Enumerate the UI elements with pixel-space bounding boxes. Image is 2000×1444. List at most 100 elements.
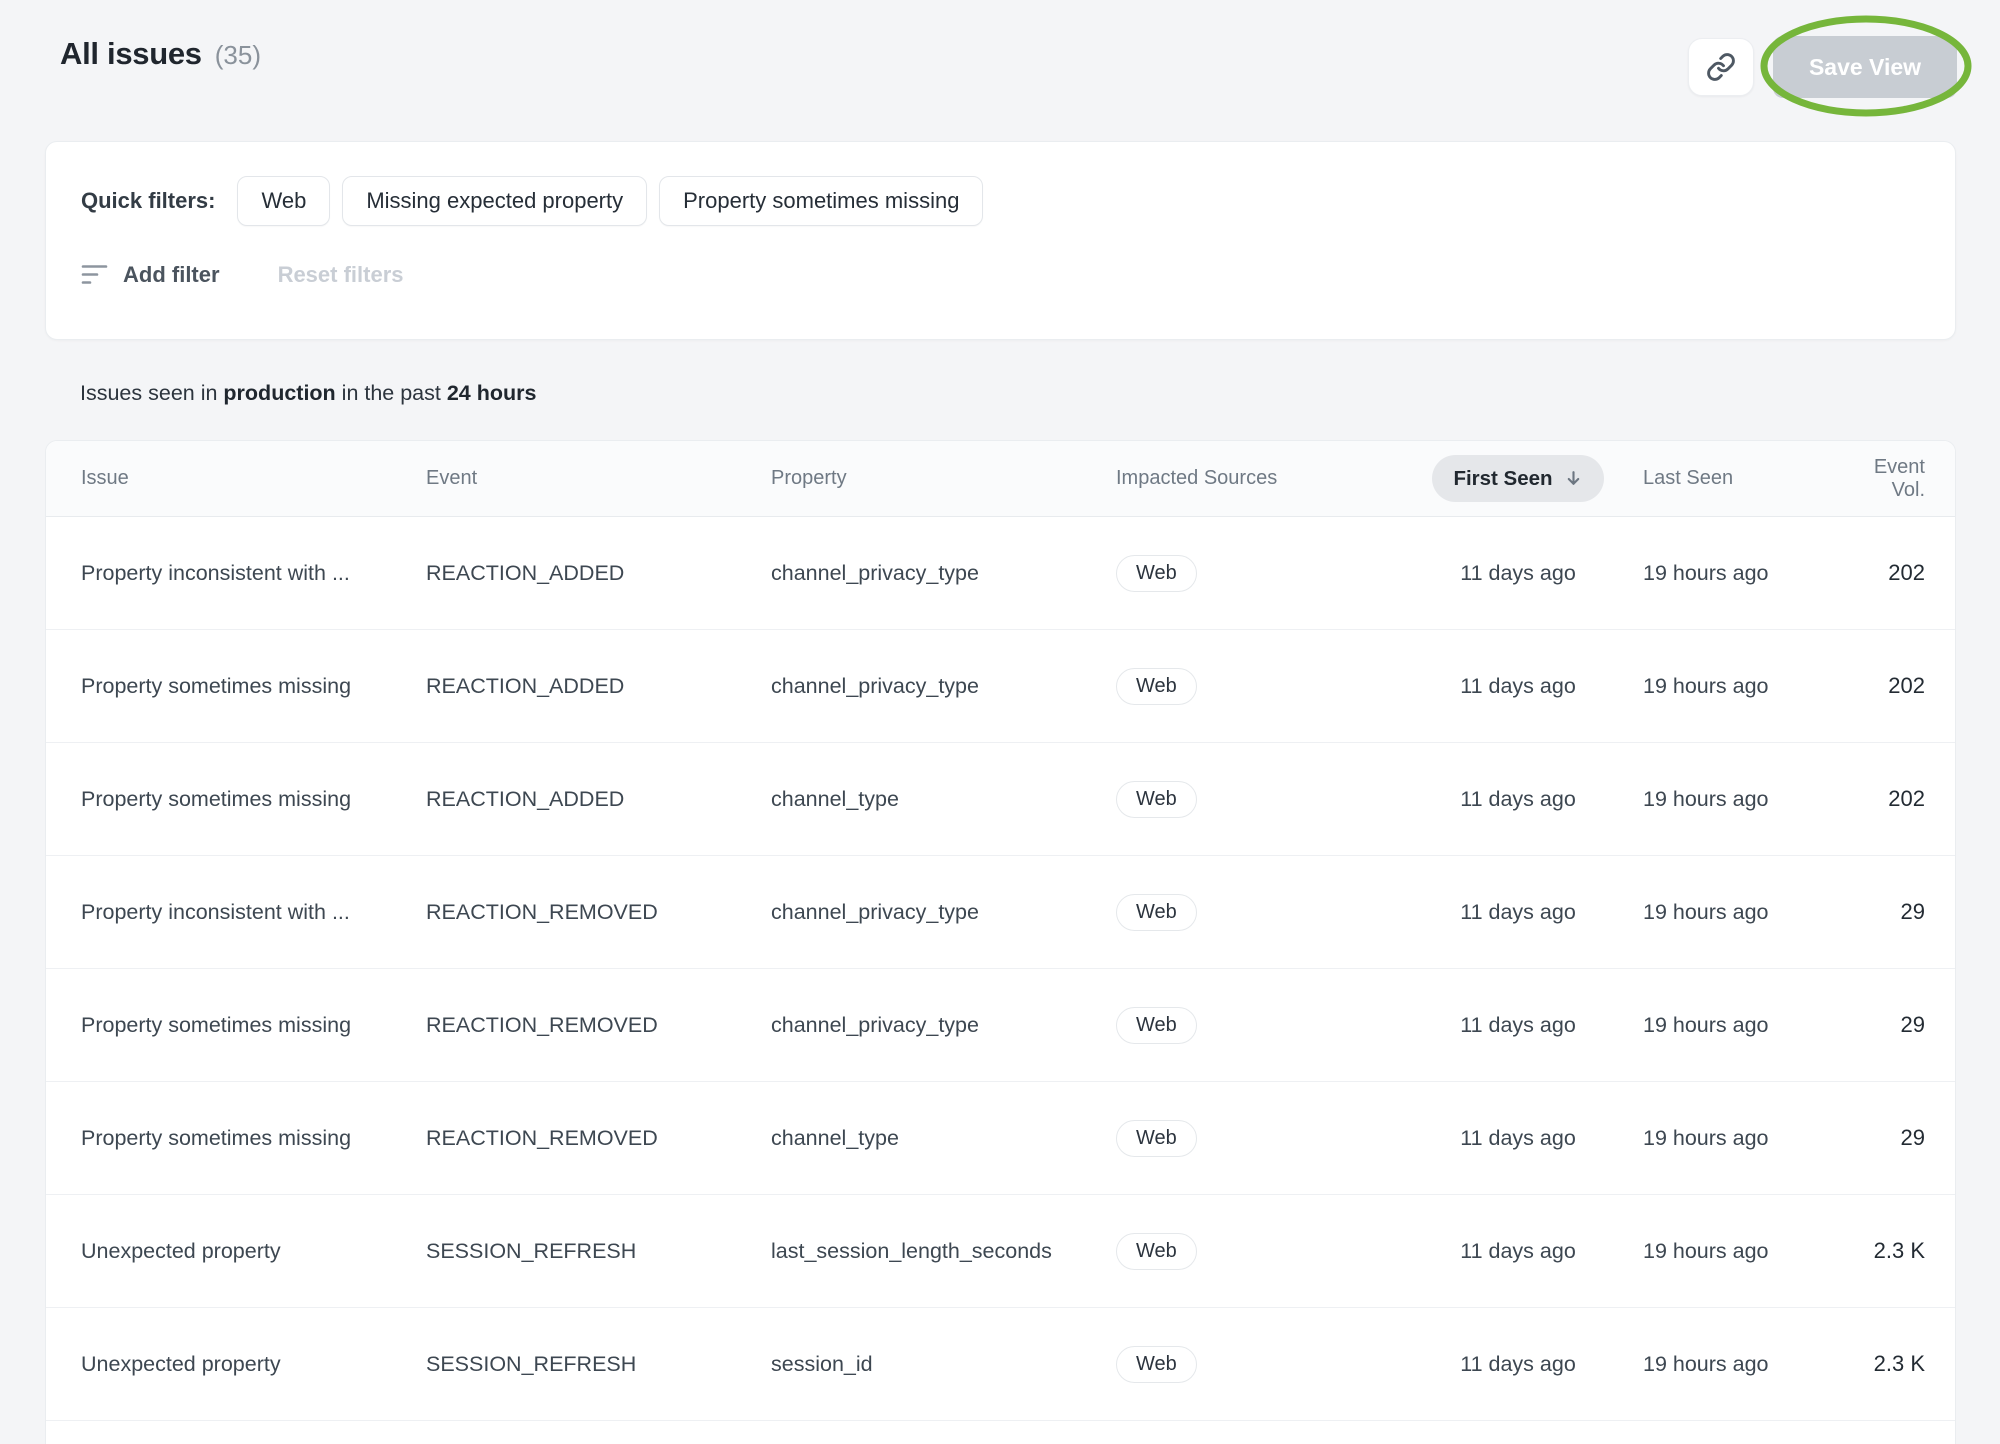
first-seen-cell: 11 days ago: [1413, 1352, 1623, 1377]
event-cell: SESSION_REFRESH: [426, 1352, 771, 1377]
first-seen-cell: 11 days ago: [1413, 1126, 1623, 1151]
quick-filters-row: Quick filters: Web Missing expected prop…: [81, 176, 983, 226]
reset-filters-button[interactable]: Reset filters: [278, 262, 404, 288]
table-row[interactable]: Property sometimes missing REACTION_REMO…: [46, 969, 1955, 1082]
first-seen-cell: 11 days ago: [1413, 674, 1623, 699]
issues-table: Issue Event Property Impacted Sources Fi…: [45, 440, 1956, 1444]
event-vol-cell: 2.3 K: [1853, 1351, 1925, 1377]
event-cell: REACTION_ADDED: [426, 674, 771, 699]
last-seen-cell: 19 hours ago: [1623, 1126, 1853, 1151]
first-seen-sort-button[interactable]: First Seen: [1432, 455, 1603, 502]
source-badge: Web: [1116, 781, 1197, 818]
impacted-sources-cell: Web: [1116, 781, 1413, 818]
first-seen-cell: 11 days ago: [1413, 561, 1623, 586]
event-cell: REACTION_ADDED: [426, 561, 771, 586]
issue-cell: Property inconsistent with ...: [81, 900, 426, 925]
impacted-sources-cell: Web: [1116, 555, 1413, 592]
first-seen-cell: 11 days ago: [1413, 787, 1623, 812]
last-seen-cell: 19 hours ago: [1623, 1239, 1853, 1264]
copy-link-button[interactable]: [1688, 38, 1754, 96]
filter-chip-web[interactable]: Web: [237, 176, 330, 226]
source-badge: Web: [1116, 1007, 1197, 1044]
source-badge: Web: [1116, 1346, 1197, 1383]
table-row[interactable]: Property sometimes missing REACTION_ADDE…: [46, 630, 1955, 743]
event-vol-cell: 29: [1853, 899, 1925, 925]
table-row[interactable]: Property sometimes missing REACTION_REMO…: [46, 1082, 1955, 1195]
issue-cell: Property sometimes missing: [81, 787, 426, 812]
event-cell: REACTION_REMOVED: [426, 1013, 771, 1038]
filter-chip-property-sometimes-missing[interactable]: Property sometimes missing: [659, 176, 983, 226]
source-badge: Web: [1116, 668, 1197, 705]
column-header-issue[interactable]: Issue: [81, 467, 426, 490]
impacted-sources-cell: Web: [1116, 668, 1413, 705]
property-cell: last_session_length_seconds: [771, 1239, 1116, 1264]
property-cell: channel_type: [771, 787, 1116, 812]
scope-middle: in the past: [336, 381, 447, 405]
property-cell: channel_privacy_type: [771, 900, 1116, 925]
last-seen-cell: 19 hours ago: [1623, 674, 1853, 699]
impacted-sources-cell: Web: [1116, 1007, 1413, 1044]
quick-filters-card: Quick filters: Web Missing expected prop…: [45, 141, 1956, 340]
column-header-property[interactable]: Property: [771, 467, 1116, 490]
table-row[interactable]: Property sometimes missing REACTION_ADDE…: [46, 743, 1955, 856]
table-row[interactable]: Property inconsistent with ... REACTION_…: [46, 856, 1955, 969]
event-cell: SESSION_REFRESH: [426, 1239, 771, 1264]
sort-column-label: First Seen: [1453, 467, 1552, 491]
impacted-sources-cell: Web: [1116, 894, 1413, 931]
source-badge: Web: [1116, 894, 1197, 931]
last-seen-cell: 19 hours ago: [1623, 900, 1853, 925]
column-header-last-seen[interactable]: Last Seen: [1623, 467, 1853, 490]
first-seen-cell: 11 days ago: [1413, 1013, 1623, 1038]
first-seen-cell: 11 days ago: [1413, 1239, 1623, 1264]
page-title: All issues: [60, 36, 202, 72]
issues-scope-text: Issues seen in production in the past 24…: [80, 381, 536, 406]
event-vol-cell: 29: [1853, 1125, 1925, 1151]
add-filter-button[interactable]: Add filter: [123, 262, 220, 288]
filter-actions-row: Add filter Reset filters: [81, 262, 404, 288]
property-cell: channel_privacy_type: [771, 561, 1116, 586]
scope-prefix: Issues seen in: [80, 381, 223, 405]
save-view-button[interactable]: Save View: [1773, 36, 1957, 98]
last-seen-cell: 19 hours ago: [1623, 1013, 1853, 1038]
issue-cell: Property sometimes missing: [81, 674, 426, 699]
filter-lines-icon: [81, 263, 108, 287]
first-seen-cell: 11 days ago: [1413, 900, 1623, 925]
issue-count-badge: (35): [215, 40, 261, 71]
column-header-event[interactable]: Event: [426, 467, 771, 490]
last-seen-cell: 19 hours ago: [1623, 787, 1853, 812]
source-badge: Web: [1116, 1233, 1197, 1270]
impacted-sources-cell: Web: [1116, 1233, 1413, 1270]
quick-filters-label: Quick filters:: [81, 188, 215, 214]
table-row[interactable]: Property inconsistent with ... REACTION_…: [46, 517, 1955, 630]
table-row[interactable]: Unexpected property SESSION_REFRESH last…: [46, 1195, 1955, 1308]
event-cell: REACTION_ADDED: [426, 787, 771, 812]
table-row[interactable]: Unexpected property SESSION_REFRESH sess…: [46, 1308, 1955, 1421]
event-vol-cell: 202: [1853, 560, 1925, 586]
issue-cell: Unexpected property: [81, 1352, 426, 1377]
impacted-sources-cell: Web: [1116, 1120, 1413, 1157]
event-cell: REACTION_REMOVED: [426, 1126, 771, 1151]
column-header-first-seen: First Seen: [1413, 455, 1623, 502]
impacted-sources-cell: Web: [1116, 1346, 1413, 1383]
issue-cell: Property inconsistent with ...: [81, 561, 426, 586]
column-header-event-vol[interactable]: Event Vol.: [1853, 456, 1925, 502]
scope-environment: production: [223, 381, 335, 405]
source-badge: Web: [1116, 1120, 1197, 1157]
sort-desc-arrow-icon: [1564, 469, 1583, 488]
link-icon: [1706, 52, 1736, 82]
column-header-impacted-sources[interactable]: Impacted Sources: [1116, 467, 1413, 490]
event-vol-cell: 202: [1853, 673, 1925, 699]
issue-cell: Property sometimes missing: [81, 1126, 426, 1151]
event-vol-cell: 202: [1853, 786, 1925, 812]
table-header-row: Issue Event Property Impacted Sources Fi…: [46, 441, 1955, 517]
page-header: All issues (35): [60, 36, 261, 72]
scope-time-range: 24 hours: [447, 381, 537, 405]
filter-chip-missing-expected-property[interactable]: Missing expected property: [342, 176, 647, 226]
last-seen-cell: 19 hours ago: [1623, 561, 1853, 586]
event-cell: REACTION_REMOVED: [426, 900, 771, 925]
event-vol-cell: 2.3 K: [1853, 1238, 1925, 1264]
property-cell: session_id: [771, 1352, 1116, 1377]
property-cell: channel_privacy_type: [771, 1013, 1116, 1038]
source-badge: Web: [1116, 555, 1197, 592]
table-body: Property inconsistent with ... REACTION_…: [46, 517, 1955, 1421]
